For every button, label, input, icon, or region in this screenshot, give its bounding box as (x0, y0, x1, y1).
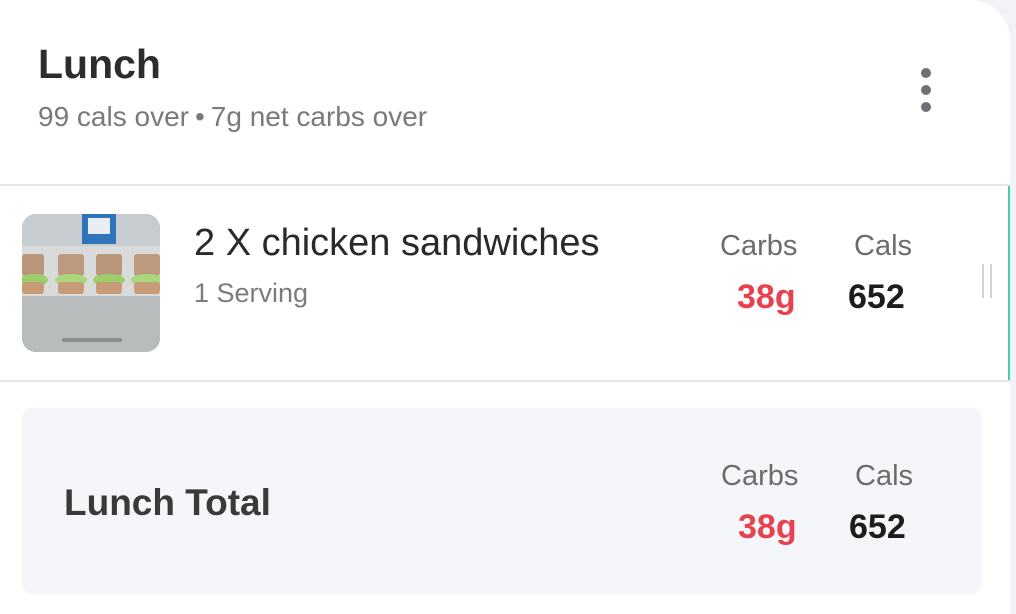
sandwiches-photo (22, 214, 160, 352)
meal-title: Lunch (38, 41, 161, 87)
meal-card: Lunch 99 cals over • 7g net carbs over 2… (0, 0, 1010, 614)
meal-summary: 99 cals over • 7g net carbs over (38, 100, 427, 134)
food-name: 2 X chicken sandwiches (194, 222, 600, 264)
food-item-row[interactable]: 2 X chicken sandwiches 1 Serving Carbs C… (0, 186, 1010, 380)
menu-dot (921, 102, 931, 112)
calories-over-text: 99 cals over (38, 101, 189, 132)
separator-dot: • (194, 101, 205, 132)
carbs-over-text: 7g net carbs over (210, 101, 428, 132)
carbs-value: 38g (737, 278, 796, 316)
drag-line (982, 264, 984, 298)
row-accent-bar (1008, 186, 1010, 380)
menu-dot (921, 68, 931, 78)
menu-dot (921, 85, 931, 95)
total-title: Lunch Total (64, 482, 271, 523)
food-serving: 1 Serving (194, 278, 309, 308)
drag-line (990, 264, 992, 298)
cals-value: 652 (848, 278, 905, 316)
divider (0, 380, 1010, 382)
more-vertical-icon[interactable] (906, 62, 946, 118)
total-carbs-value: 38g (738, 508, 797, 546)
total-carbs-label: Carbs (721, 460, 799, 492)
food-thumbnail (22, 214, 160, 352)
meal-header: Lunch 99 cals over • 7g net carbs over (38, 40, 427, 134)
cals-label: Cals (854, 230, 913, 262)
total-cals-label: Cals (855, 460, 914, 492)
drag-handle-icon[interactable] (982, 264, 992, 298)
meal-total-box: Lunch Total Carbs Cals 38g 652 (22, 408, 982, 594)
carbs-label: Carbs (720, 230, 798, 262)
total-cals-value: 652 (849, 508, 906, 546)
